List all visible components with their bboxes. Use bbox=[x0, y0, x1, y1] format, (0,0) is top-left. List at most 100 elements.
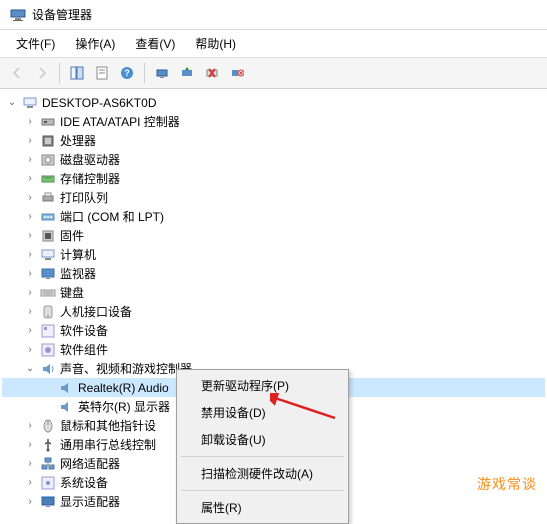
expand-icon[interactable]: › bbox=[22, 266, 38, 282]
component-icon bbox=[40, 342, 56, 358]
ctx-properties[interactable]: 属性(R) bbox=[179, 494, 346, 521]
expand-icon[interactable]: › bbox=[22, 418, 38, 434]
node-label: 存储控制器 bbox=[58, 169, 122, 188]
tree-node[interactable]: › 固件 bbox=[2, 226, 545, 245]
node-label: 打印队列 bbox=[58, 188, 110, 207]
ctx-scan-hardware[interactable]: 扫描检测硬件改动(A) bbox=[179, 460, 346, 487]
disable-button[interactable] bbox=[226, 62, 248, 84]
show-hide-button[interactable] bbox=[66, 62, 88, 84]
software-icon bbox=[40, 323, 56, 339]
node-label: 鼠标和其他指针设 bbox=[58, 416, 158, 435]
node-label: 显示适配器 bbox=[58, 492, 122, 509]
node-label: 计算机 bbox=[58, 245, 98, 264]
menu-help[interactable]: 帮助(H) bbox=[187, 33, 244, 54]
root-label: DESKTOP-AS6KT0D bbox=[40, 95, 158, 111]
expand-icon[interactable]: › bbox=[22, 190, 38, 206]
expand-icon[interactable]: › bbox=[22, 304, 38, 320]
display-icon bbox=[40, 494, 56, 510]
tree-node[interactable]: ›监视器 bbox=[2, 264, 545, 283]
computer-icon bbox=[40, 247, 56, 263]
menu-file[interactable]: 文件(F) bbox=[8, 33, 63, 54]
printer-icon bbox=[40, 190, 56, 206]
storage-icon bbox=[40, 171, 56, 187]
expand-icon[interactable]: ⌄ bbox=[22, 361, 38, 377]
toolbar: ? bbox=[0, 57, 547, 89]
scan-button[interactable] bbox=[151, 62, 173, 84]
node-label: 键盘 bbox=[58, 283, 86, 302]
tree-node[interactable]: ›端口 (COM 和 LPT) bbox=[2, 207, 545, 226]
back-button bbox=[6, 62, 28, 84]
leaf-label: Realtek(R) Audio bbox=[76, 380, 171, 396]
speaker-icon bbox=[58, 380, 74, 396]
expand-icon[interactable]: › bbox=[22, 437, 38, 453]
node-label: IDE ATA/ATAPI 控制器 bbox=[58, 112, 182, 131]
port-icon bbox=[40, 209, 56, 225]
expand-icon[interactable]: › bbox=[22, 475, 38, 491]
tree-node[interactable]: › 计算机 bbox=[2, 245, 545, 264]
properties-button[interactable] bbox=[91, 62, 113, 84]
computer-icon bbox=[22, 95, 38, 111]
leaf-label: 英特尔(R) 显示器 bbox=[76, 397, 172, 416]
device-manager-icon bbox=[10, 7, 26, 23]
disk-icon bbox=[40, 152, 56, 168]
ctx-separator bbox=[181, 456, 344, 457]
mouse-icon bbox=[40, 418, 56, 434]
tree-node[interactable]: › 处理器 bbox=[2, 131, 545, 150]
node-label: 人机接口设备 bbox=[58, 302, 134, 321]
firmware-icon bbox=[40, 228, 56, 244]
expand-icon[interactable]: › bbox=[22, 209, 38, 225]
system-icon bbox=[40, 475, 56, 491]
tree-node[interactable]: › 打印队列 bbox=[2, 188, 545, 207]
watermark: 游戏常谈 bbox=[477, 474, 537, 494]
tree-node[interactable]: › 软件设备 bbox=[2, 321, 545, 340]
keyboard-icon bbox=[40, 285, 56, 301]
expand-icon[interactable]: › bbox=[22, 456, 38, 472]
expand-icon[interactable]: › bbox=[22, 171, 38, 187]
tree-node[interactable]: › 键盘 bbox=[2, 283, 545, 302]
tree-node[interactable]: › 人机接口设备 bbox=[2, 302, 545, 321]
expand-icon[interactable]: ⌄ bbox=[4, 95, 20, 111]
ctx-uninstall-device[interactable]: 卸载设备(U) bbox=[179, 426, 346, 453]
node-label: 软件组件 bbox=[58, 340, 110, 359]
node-label: 声音、视频和游戏控制器 bbox=[58, 359, 194, 378]
expand-icon[interactable]: › bbox=[22, 285, 38, 301]
expand-icon[interactable]: › bbox=[22, 152, 38, 168]
node-label: 处理器 bbox=[58, 131, 98, 150]
svg-text:?: ? bbox=[124, 68, 130, 78]
tree-root[interactable]: ⌄ DESKTOP-AS6KT0D bbox=[2, 93, 545, 112]
window-title: 设备管理器 bbox=[32, 6, 92, 23]
uninstall-button[interactable] bbox=[201, 62, 223, 84]
menu-view[interactable]: 查看(V) bbox=[127, 33, 183, 54]
titlebar: 设备管理器 bbox=[0, 0, 547, 30]
forward-button bbox=[31, 62, 53, 84]
help-button[interactable]: ? bbox=[116, 62, 138, 84]
expand-icon[interactable]: › bbox=[22, 323, 38, 339]
node-label: 软件设备 bbox=[58, 321, 110, 340]
tree-node[interactable]: › 存储控制器 bbox=[2, 169, 545, 188]
hid-icon bbox=[40, 304, 56, 320]
expand-icon[interactable]: › bbox=[22, 133, 38, 149]
node-label: 固件 bbox=[58, 226, 86, 245]
network-icon bbox=[40, 456, 56, 472]
ctx-disable-device[interactable]: 禁用设备(D) bbox=[179, 399, 346, 426]
expand-icon[interactable]: › bbox=[22, 114, 38, 130]
cpu-icon bbox=[40, 133, 56, 149]
expand-icon[interactable]: › bbox=[22, 342, 38, 358]
update-button[interactable] bbox=[176, 62, 198, 84]
ctx-update-driver[interactable]: 更新驱动程序(P) bbox=[179, 372, 346, 399]
expand-icon[interactable]: › bbox=[22, 228, 38, 244]
speaker-icon bbox=[58, 399, 74, 415]
menu-action[interactable]: 操作(A) bbox=[67, 33, 123, 54]
node-label: 磁盘驱动器 bbox=[58, 150, 122, 169]
tree-node[interactable]: › IDE ATA/ATAPI 控制器 bbox=[2, 112, 545, 131]
node-label: 通用串行总线控制 bbox=[58, 435, 158, 454]
sound-icon bbox=[40, 361, 56, 377]
usb-icon bbox=[40, 437, 56, 453]
expand-icon[interactable]: › bbox=[22, 247, 38, 263]
tree-node[interactable]: › 磁盘驱动器 bbox=[2, 150, 545, 169]
expand-icon[interactable]: › bbox=[22, 494, 38, 510]
ide-icon bbox=[40, 114, 56, 130]
tree-node[interactable]: › 软件组件 bbox=[2, 340, 545, 359]
node-label: 网络适配器 bbox=[58, 454, 122, 473]
ctx-separator bbox=[181, 490, 344, 491]
